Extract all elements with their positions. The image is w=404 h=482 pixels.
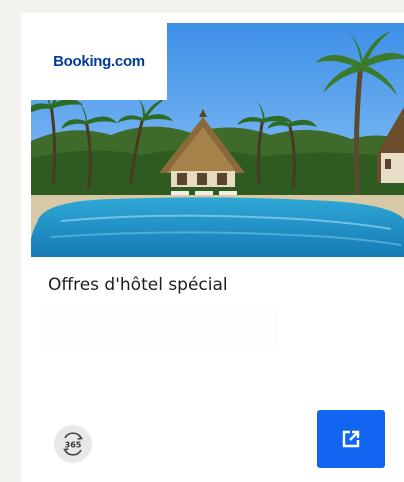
- description-placeholder: [44, 309, 279, 347]
- booking-logo: Booking.com: [31, 23, 167, 100]
- calendar-365-icon: 365: [54, 425, 92, 463]
- calendar-365-label: 365: [65, 441, 82, 450]
- offer-title: Offres d'hôtel spécial: [48, 275, 228, 295]
- resort-pool-image[interactable]: Booking.com: [31, 23, 404, 257]
- brand-name: Booking.com: [53, 53, 145, 70]
- hotel-offer-card[interactable]: Booking.com Offres d'hôtel spécial 365: [21, 13, 404, 482]
- open-external-button[interactable]: [317, 410, 385, 468]
- external-link-icon: [342, 430, 360, 448]
